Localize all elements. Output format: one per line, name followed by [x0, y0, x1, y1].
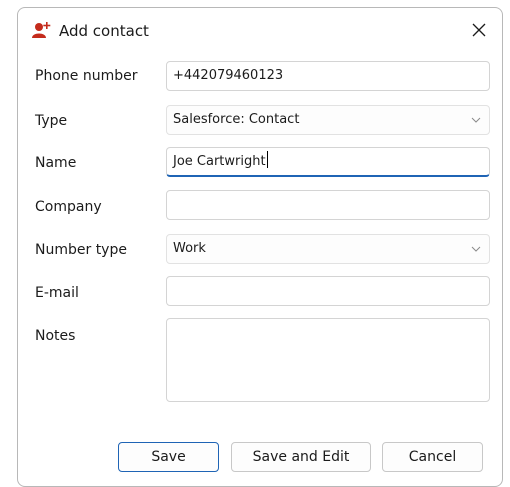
name-label: Name — [35, 155, 77, 171]
number-type-label: Number type — [35, 242, 127, 258]
email-input[interactable] — [166, 276, 490, 306]
name-value: Joe Cartwright — [173, 154, 266, 169]
text-caret — [266, 151, 268, 168]
type-label: Type — [35, 113, 68, 129]
notes-label: Notes — [35, 328, 76, 344]
person-add-icon — [32, 21, 52, 39]
chevron-down-icon — [471, 246, 481, 252]
notes-textarea[interactable] — [166, 318, 490, 402]
close-button[interactable] — [466, 17, 492, 43]
close-icon — [472, 23, 486, 37]
phone-number-value: +442079460123 — [173, 68, 284, 83]
number-type-select[interactable]: Work — [166, 234, 490, 264]
save-button[interactable]: Save — [118, 442, 219, 472]
company-input[interactable] — [166, 190, 490, 220]
name-input[interactable]: Joe Cartwright — [166, 147, 490, 177]
chevron-down-icon — [471, 117, 481, 123]
phone-number-input[interactable]: +442079460123 — [166, 61, 490, 91]
cancel-button[interactable]: Cancel — [382, 442, 483, 472]
company-label: Company — [35, 199, 102, 215]
type-select[interactable]: Salesforce: Contact — [166, 105, 490, 135]
number-type-value: Work — [173, 241, 206, 256]
save-and-edit-button[interactable]: Save and Edit — [231, 442, 371, 472]
add-contact-dialog: Add contact Phone number +442079460123 T… — [17, 7, 503, 487]
email-label: E-mail — [35, 285, 79, 301]
phone-number-label: Phone number — [35, 68, 138, 84]
dialog-title: Add contact — [59, 22, 149, 40]
type-value: Salesforce: Contact — [173, 112, 300, 127]
